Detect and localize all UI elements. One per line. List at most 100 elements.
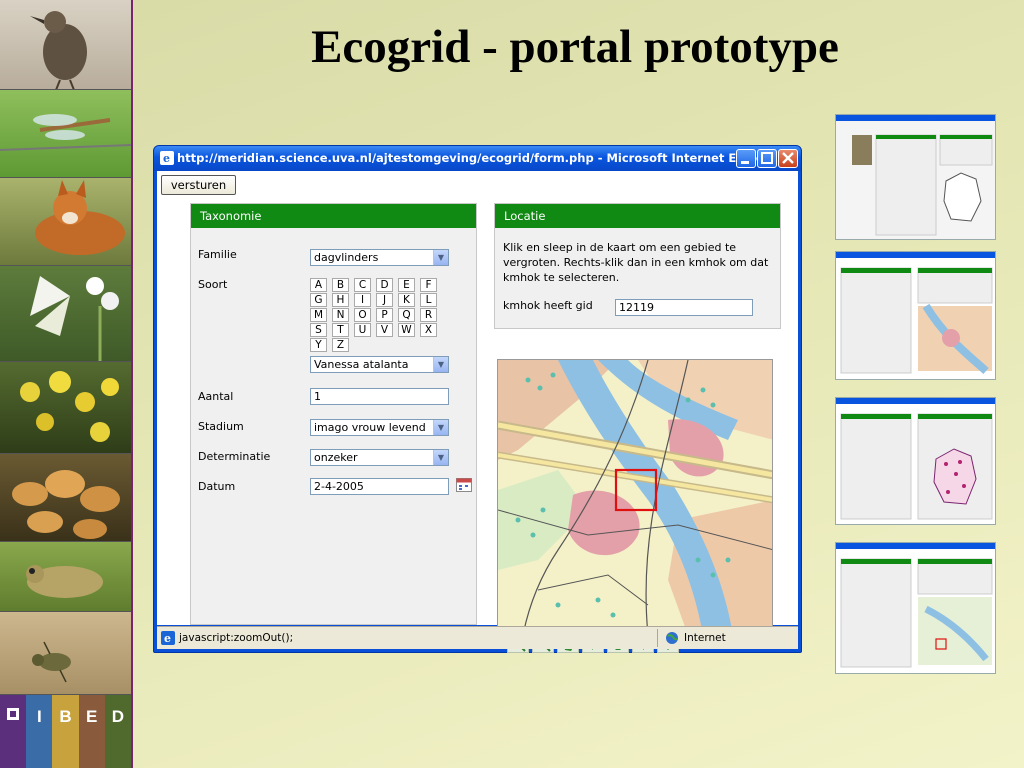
stadium-select[interactable]: imago vrouw levend ▼: [310, 419, 449, 436]
soort-label: Soort: [198, 278, 228, 291]
taxonomy-panel: Taxonomie Familie dagvlinders ▼ Soort A …: [190, 203, 477, 625]
window-title: http://meridian.science.uva.nl/ajtestomg…: [177, 151, 783, 165]
maximize-button[interactable]: [757, 149, 777, 168]
letter-x-button[interactable]: X: [420, 323, 437, 337]
ibed-logo-band: I B E D: [0, 695, 132, 768]
status-bar: e javascript:zoomOut(); Internet: [157, 626, 798, 649]
status-text: javascript:zoomOut();: [179, 632, 294, 644]
kmhok-label: kmhok heeft gid: [503, 299, 593, 312]
chevron-down-icon: ▼: [433, 250, 448, 265]
letter-w-button[interactable]: W: [398, 323, 415, 337]
dragonfly-photo: [0, 90, 131, 178]
soort-select[interactable]: Vanessa atalanta ▼: [310, 356, 449, 373]
minimize-icon: [741, 161, 749, 164]
page-content: versturen Taxonomie Familie dagvlinders …: [157, 171, 798, 653]
thumbnail-screenshot-4[interactable]: [835, 542, 996, 674]
letter-y-button[interactable]: Y: [310, 338, 327, 352]
ie-titlebar[interactable]: e http://meridian.science.uva.nl/ajtesto…: [154, 146, 801, 171]
thumbnail-preview: [836, 404, 995, 524]
mushrooms-photo: [0, 454, 131, 542]
map-view[interactable]: [497, 359, 773, 634]
page-loaded-icon: e: [161, 631, 175, 645]
letter-d-button[interactable]: D: [376, 278, 393, 292]
brand-letter-b: B: [52, 695, 79, 768]
determinatie-value: onzeker: [314, 451, 358, 464]
letter-i-button[interactable]: I: [354, 293, 371, 307]
svg-text:e: e: [164, 632, 171, 645]
letter-c-button[interactable]: C: [354, 278, 371, 292]
letter-l-button[interactable]: L: [420, 293, 437, 307]
datum-label: Datum: [198, 480, 236, 493]
letter-n-button[interactable]: N: [332, 308, 349, 322]
fox-photo: [0, 178, 131, 266]
determinatie-label: Determinatie: [198, 450, 271, 463]
letter-m-button[interactable]: M: [310, 308, 327, 322]
letter-b-button[interactable]: B: [332, 278, 349, 292]
letter-v-button[interactable]: V: [376, 323, 393, 337]
taxonomy-heading: Taxonomie: [191, 204, 476, 228]
thumbnail-screenshot-2[interactable]: [835, 251, 996, 380]
calendar-icon[interactable]: [456, 478, 472, 492]
letter-u-button[interactable]: U: [354, 323, 371, 337]
ie-logo-icon: e: [160, 151, 174, 165]
thumbnail-screenshot-3[interactable]: [835, 397, 996, 525]
letter-q-button[interactable]: Q: [398, 308, 415, 322]
aantal-label: Aantal: [198, 390, 234, 403]
chevron-down-icon: ▼: [433, 420, 448, 435]
map-instructions: Klik en sleep in de kaart om een gebied …: [503, 241, 769, 284]
thumbnail-preview: [836, 258, 995, 379]
letter-j-button[interactable]: J: [376, 293, 393, 307]
determinatie-select[interactable]: onzeker ▼: [310, 449, 449, 466]
close-button[interactable]: [778, 149, 798, 168]
beetle-photo: [0, 612, 131, 695]
maximize-icon: [761, 152, 773, 164]
letter-o-button[interactable]: O: [354, 308, 371, 322]
slide-title: Ecogrid - portal prototype: [311, 21, 839, 73]
brand-letter-e: E: [78, 695, 105, 768]
letter-s-button[interactable]: S: [310, 323, 327, 337]
stadium-label: Stadium: [198, 420, 244, 433]
location-heading: Locatie: [495, 204, 780, 228]
letter-k-button[interactable]: K: [398, 293, 415, 307]
kmhok-input[interactable]: 12119: [615, 299, 753, 316]
aantal-input[interactable]: 1: [310, 388, 449, 405]
stadium-value: imago vrouw levend: [314, 421, 426, 434]
chevron-down-icon: ▼: [433, 357, 448, 372]
familie-value: dagvlinders: [314, 251, 379, 264]
butterfly-photo: [0, 266, 131, 362]
minimize-button[interactable]: [736, 149, 756, 168]
accent-divider: [131, 0, 133, 768]
submit-button[interactable]: versturen: [161, 175, 236, 195]
svg-text:e: e: [163, 152, 170, 165]
letter-g-button[interactable]: G: [310, 293, 327, 307]
flowers-photo: [0, 362, 131, 454]
status-divider: [657, 629, 658, 647]
nature-photo-strip: [0, 0, 131, 695]
uva-seal-icon: [0, 695, 27, 768]
datum-input[interactable]: 2-4-2005: [310, 478, 449, 495]
letter-r-button[interactable]: R: [420, 308, 437, 322]
thumbnail-preview: [836, 121, 995, 239]
chevron-down-icon: ▼: [433, 450, 448, 465]
security-zone-text: Internet: [684, 632, 726, 644]
close-icon: [782, 152, 794, 164]
topographic-map[interactable]: [498, 360, 773, 634]
letter-t-button[interactable]: T: [332, 323, 349, 337]
thumbnail-preview: [836, 549, 995, 673]
brand-letter-d: D: [104, 695, 132, 768]
familie-label: Familie: [198, 248, 237, 261]
thumbnail-screenshot-1[interactable]: [835, 114, 996, 240]
ie-window: e http://meridian.science.uva.nl/ajtesto…: [153, 145, 802, 653]
soort-value: Vanessa atalanta: [314, 358, 409, 371]
brand-letter-i: I: [26, 695, 53, 768]
letter-z-button[interactable]: Z: [332, 338, 349, 352]
globe-icon: [666, 632, 678, 644]
location-panel: Locatie Klik en sleep in de kaart om een…: [494, 203, 781, 329]
letter-a-button[interactable]: A: [310, 278, 327, 292]
bird-photo: [0, 0, 131, 90]
letter-e-button[interactable]: E: [398, 278, 415, 292]
letter-f-button[interactable]: F: [420, 278, 437, 292]
familie-select[interactable]: dagvlinders ▼: [310, 249, 449, 266]
letter-p-button[interactable]: P: [376, 308, 393, 322]
letter-h-button[interactable]: H: [332, 293, 349, 307]
